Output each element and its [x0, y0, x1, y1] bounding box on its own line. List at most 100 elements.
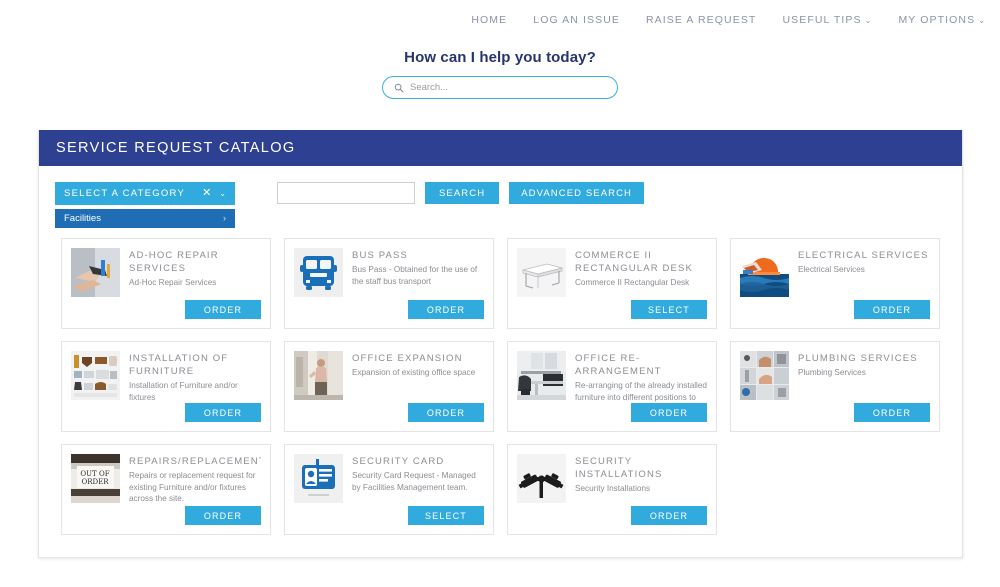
card-text: AD-HOC REPAIR SERVICES Ad-Hoc Repair Ser…	[129, 248, 261, 300]
catalog-card[interactable]: SECURITY CARD Security Card Request - Ma…	[284, 444, 494, 535]
hero-section: How can I help you today?	[0, 40, 1000, 99]
catalog-card[interactable]: OFFICE RE-ARRANGEMENT Re-arranging of th…	[507, 341, 717, 432]
card-title: SECURITY CARD	[352, 456, 445, 467]
card-title: INSTALLATION OF FURNITURE	[129, 353, 229, 377]
close-icon[interactable]: ✕	[202, 188, 211, 199]
select-button[interactable]: SELECT	[408, 506, 484, 525]
card-description: Expansion of existing office space	[352, 368, 476, 377]
cctv-cameras-icon	[517, 454, 566, 503]
panel-title: SERVICE REQUEST CATALOG	[56, 140, 296, 156]
card-top: SECURITY INSTALLATIONS Security Installa…	[517, 454, 707, 506]
catalog-card[interactable]: BUS PASS Bus Pass - Obtained for the use…	[284, 238, 494, 329]
nav-item-my-options[interactable]: MY OPTIONS ⌄	[898, 14, 986, 26]
plumbing-collage-icon	[740, 351, 789, 400]
card-text: OFFICE RE-ARRANGEMENT Re-arranging of th…	[575, 351, 707, 403]
hardhat-electrical-icon	[740, 248, 789, 297]
card-top: OFFICE EXPANSION Expansion of existing o…	[294, 351, 484, 403]
select-button[interactable]: SELECT	[631, 300, 707, 319]
photo-office-desks-icon	[517, 351, 566, 400]
order-button[interactable]: ORDER	[854, 300, 930, 319]
catalog-card[interactable]: INSTALLATION OF FURNITURE Installation o…	[61, 341, 271, 432]
card-description: Ad-Hoc Repair Services	[129, 278, 217, 287]
card-text: ELECTRICAL SERVICES Electrical Services	[798, 248, 929, 300]
catalog-card[interactable]: ELECTRICAL SERVICES Electrical Services …	[730, 238, 940, 329]
card-description: Bus Pass - Obtained for the use of the s…	[352, 265, 478, 286]
out-of-order-sign-icon: OUT OF ORDER	[71, 454, 120, 503]
chevron-down-icon[interactable]: ⌄	[219, 189, 226, 198]
category-label: SELECT A CATEGORY	[64, 188, 186, 199]
nav-item-raise-a-request[interactable]: RAISE A REQUEST	[646, 14, 756, 26]
card-description: Security Card Request - Managed by Facil…	[352, 471, 476, 492]
card-description: Commerce II Rectangular Desk	[575, 278, 690, 287]
order-button[interactable]: ORDER	[408, 300, 484, 319]
bus-icon	[294, 248, 343, 297]
card-text: SECURITY INSTALLATIONS Security Installa…	[575, 454, 707, 506]
nav-item-log-an-issue[interactable]: LOG AN ISSUE	[533, 14, 620, 26]
advanced-search-button[interactable]: ADVANCED SEARCH	[509, 182, 645, 204]
global-search-input[interactable]	[410, 82, 606, 93]
card-title: OFFICE EXPANSION	[352, 353, 463, 364]
chevron-down-icon: ⌄	[864, 16, 873, 25]
page-title: How can I help you today?	[404, 49, 596, 66]
grid-empty-cell	[730, 444, 940, 535]
card-text: COMMERCE II RECTANGULAR DESK Commerce II…	[575, 248, 707, 300]
order-button[interactable]: ORDER	[408, 403, 484, 422]
order-button[interactable]: ORDER	[631, 403, 707, 422]
chevron-down-icon: ⌄	[978, 16, 986, 25]
card-title: ELECTRICAL SERVICES	[798, 250, 929, 261]
card-top: PLUMBING SERVICES Plumbing Services	[740, 351, 930, 403]
photo-hand-tool-repair-icon	[71, 248, 120, 297]
furniture-collage-icon	[71, 351, 120, 400]
card-text: INSTALLATION OF FURNITURE Installation o…	[129, 351, 261, 403]
card-top: AD-HOC REPAIR SERVICES Ad-Hoc Repair Ser…	[71, 248, 261, 300]
global-search-box[interactable]	[382, 76, 618, 99]
keyword-search-input[interactable]	[277, 182, 415, 204]
catalog-grid: AD-HOC REPAIR SERVICES Ad-Hoc Repair Ser…	[39, 224, 962, 557]
card-description: Repairs or replacement request for exist…	[129, 471, 256, 503]
search-button[interactable]: SEARCH	[425, 182, 500, 204]
catalog-card[interactable]: OUT OF ORDER REPAIRS/REPLACEMENT Repairs…	[61, 444, 271, 535]
select-a-category-button[interactable]: SELECT A CATEGORY ✕ ⌄	[55, 182, 235, 205]
card-text: BUS PASS Bus Pass - Obtained for the use…	[352, 248, 484, 300]
order-button[interactable]: ORDER	[631, 506, 707, 525]
nav-label: MY OPTIONS	[898, 14, 976, 26]
card-text: SECURITY CARD Security Card Request - Ma…	[352, 454, 484, 506]
order-button[interactable]: ORDER	[185, 403, 261, 422]
id-badge-icon	[294, 454, 343, 503]
category-item-label: Facilities	[64, 213, 101, 224]
catalog-card[interactable]: AD-HOC REPAIR SERVICES Ad-Hoc Repair Ser…	[61, 238, 271, 329]
order-button[interactable]: ORDER	[185, 300, 261, 319]
top-navigation: HOME LOG AN ISSUE RAISE A REQUEST USEFUL…	[0, 0, 1000, 40]
catalog-card[interactable]: PLUMBING SERVICES Plumbing Services ORDE…	[730, 341, 940, 432]
catalog-card[interactable]: SECURITY INSTALLATIONS Security Installa…	[507, 444, 717, 535]
card-text: REPAIRS/REPLACEMENT Repairs or replaceme…	[129, 454, 261, 506]
chevron-right-icon: ›	[223, 213, 226, 223]
nav-item-home[interactable]: HOME	[471, 14, 507, 26]
category-item-facilities[interactable]: Facilities ›	[55, 209, 235, 228]
card-top: SECURITY CARD Security Card Request - Ma…	[294, 454, 484, 506]
order-button[interactable]: ORDER	[854, 403, 930, 422]
card-text: OFFICE EXPANSION Expansion of existing o…	[352, 351, 475, 403]
svg-text:ORDER: ORDER	[81, 478, 109, 486]
card-title: REPAIRS/REPLACEMENT	[129, 456, 261, 467]
catalog-card[interactable]: COMMERCE II RECTANGULAR DESK Commerce II…	[507, 238, 717, 329]
order-button[interactable]: ORDER	[185, 506, 261, 525]
card-top: ELECTRICAL SERVICES Electrical Services	[740, 248, 930, 300]
nav-label: HOME	[471, 14, 508, 26]
card-title: OFFICE RE-ARRANGEMENT	[575, 353, 662, 377]
desk-line-drawing-icon	[517, 248, 566, 297]
card-top: OUT OF ORDER REPAIRS/REPLACEMENT Repairs…	[71, 454, 261, 506]
card-top: BUS PASS Bus Pass - Obtained for the use…	[294, 248, 484, 300]
card-title: AD-HOC REPAIR SERVICES	[129, 250, 219, 274]
nav-item-useful-tips[interactable]: USEFUL TIPS ⌄	[782, 14, 872, 26]
card-title: COMMERCE II RECTANGULAR DESK	[575, 250, 693, 274]
card-title: BUS PASS	[352, 250, 409, 261]
card-top: COMMERCE II RECTANGULAR DESK Commerce II…	[517, 248, 707, 300]
card-top: OFFICE RE-ARRANGEMENT Re-arranging of th…	[517, 351, 707, 403]
card-description: Security Installations	[575, 484, 651, 493]
catalog-toolbar: SELECT A CATEGORY ✕ ⌄ Facilities › SEARC…	[39, 166, 962, 228]
catalog-card[interactable]: OFFICE EXPANSION Expansion of existing o…	[284, 341, 494, 432]
nav-label: LOG AN ISSUE	[533, 14, 620, 26]
card-description: Installation of Furniture and/or fixture…	[129, 381, 238, 402]
card-description: Plumbing Services	[798, 368, 866, 377]
